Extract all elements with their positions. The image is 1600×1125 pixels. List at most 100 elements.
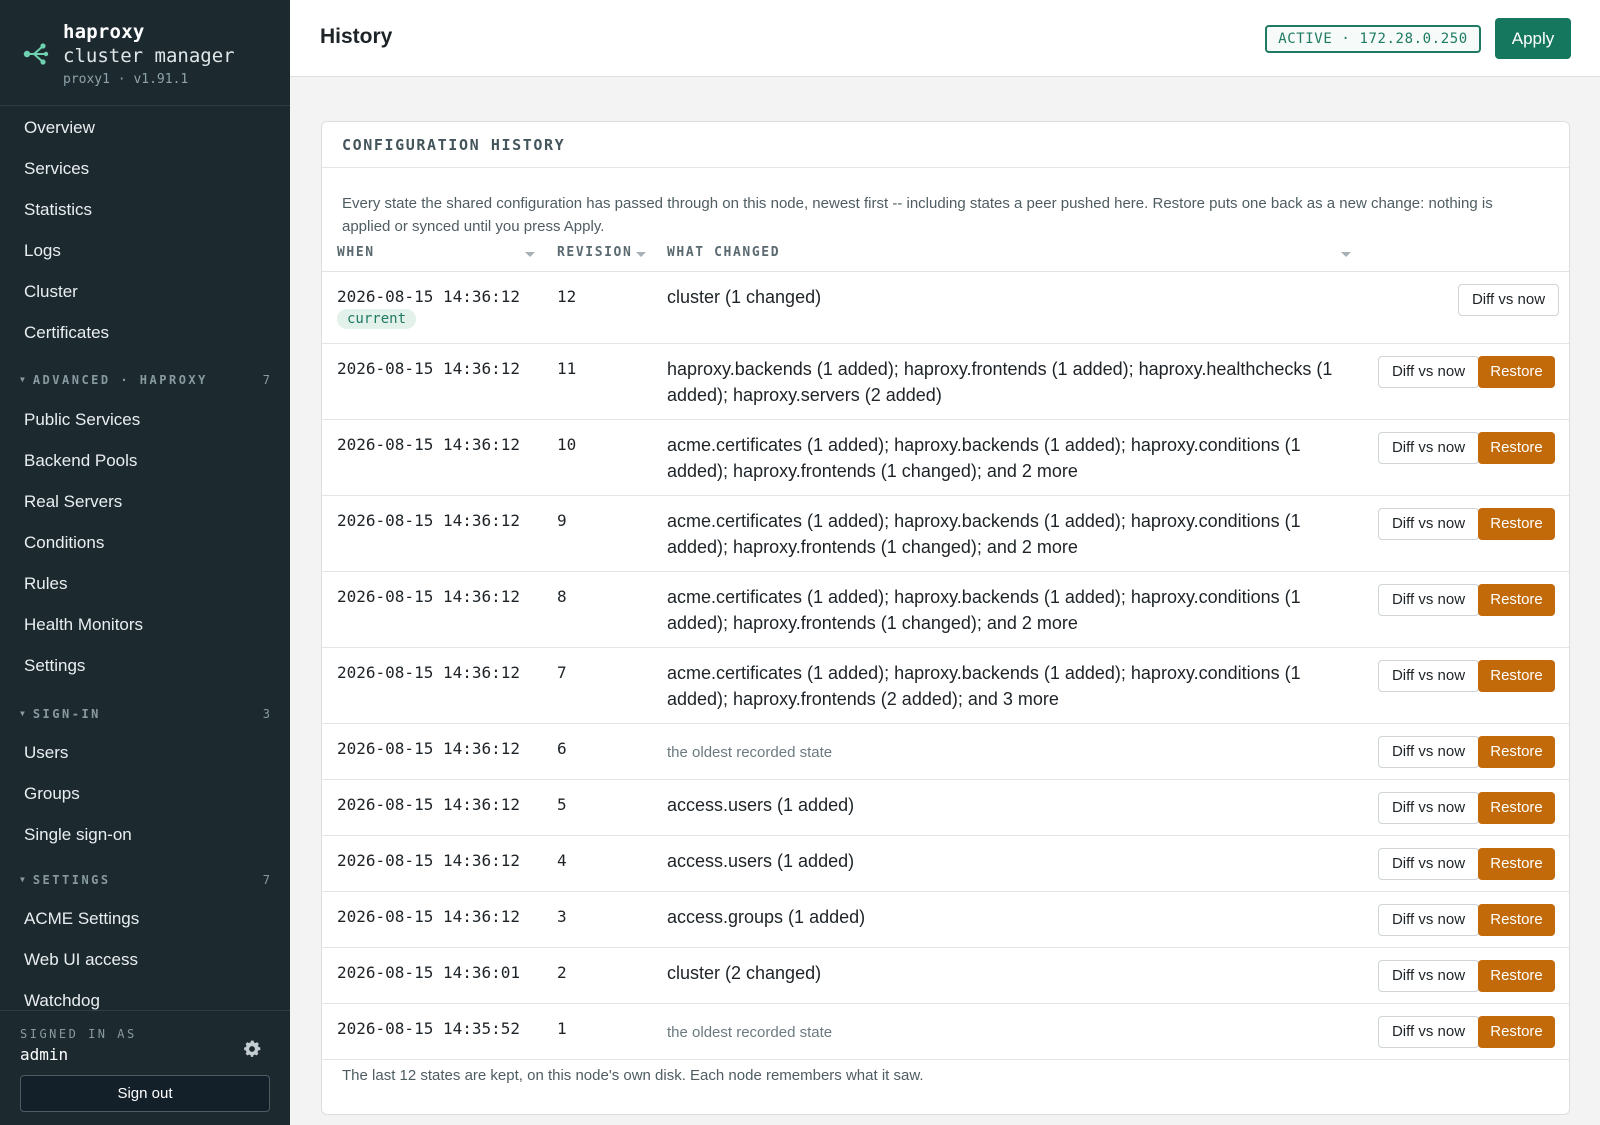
- diff-vs-now-button[interactable]: Diff vs now: [1378, 792, 1479, 824]
- restore-button[interactable]: Restore: [1478, 736, 1555, 768]
- restore-button[interactable]: Restore: [1478, 584, 1555, 616]
- sort-when-icon[interactable]: [525, 252, 535, 257]
- nav-item-settings[interactable]: Settings: [24, 654, 85, 678]
- nav-group-title: SIGN-IN: [32, 707, 101, 721]
- nav-item-single-sign-on[interactable]: Single sign-on: [24, 823, 132, 847]
- diff-vs-now-button[interactable]: Diff vs now: [1378, 660, 1479, 692]
- row-revision: 1: [557, 1019, 567, 1038]
- diff-vs-now-button[interactable]: Diff vs now: [1378, 1016, 1479, 1048]
- nav-item-real-servers[interactable]: Real Servers: [24, 490, 122, 514]
- sign-out-button[interactable]: Sign out: [20, 1075, 270, 1112]
- row-revision: 6: [557, 739, 567, 758]
- history-row: 2026-08-15 14:36:01 2 cluster (2 changed) D…: [322, 948, 1569, 1004]
- row-revision: 9: [557, 511, 567, 530]
- row-what-changed: cluster (1 changed): [667, 287, 822, 307]
- nav-item-groups[interactable]: Groups: [24, 782, 80, 806]
- restore-button[interactable]: Restore: [1478, 848, 1555, 880]
- brand-header: haproxy cluster manager proxy1 · v1.91.1: [0, 0, 290, 106]
- column-header-revision[interactable]: REVISION: [557, 245, 632, 261]
- row-what-changed: access.users (1 added): [667, 851, 855, 871]
- row-revision: 2: [557, 963, 567, 982]
- restore-button[interactable]: Restore: [1478, 960, 1555, 992]
- history-row: 2026-08-15 14:36:12 9 acme.certificates (1…: [322, 496, 1569, 572]
- diff-vs-now-button[interactable]: Diff vs now: [1458, 284, 1559, 316]
- history-row: 2026-08-15 14:36:12 6 the oldest recorded …: [322, 724, 1569, 780]
- restore-button[interactable]: Restore: [1478, 356, 1555, 388]
- diff-vs-now-button[interactable]: Diff vs now: [1378, 960, 1479, 992]
- panel-footer-note: The last 12 states are kept, on this nod…: [342, 1067, 924, 1084]
- gear-icon[interactable]: [242, 1039, 262, 1059]
- row-what-changed: acme.certificates (1 added); haproxy.bac…: [667, 511, 1301, 557]
- nav-group-advanced-haproxy[interactable]: ▼ ADVANCED · HAPROXY 7: [20, 373, 270, 391]
- row-revision: 4: [557, 851, 567, 870]
- history-row: 2026-08-15 14:36:12 5 access.users (1 adde…: [322, 780, 1569, 836]
- diff-vs-now-button[interactable]: Diff vs now: [1378, 508, 1479, 540]
- brand-version: proxy1 · v1.91.1: [63, 72, 189, 87]
- page-title: History: [320, 25, 393, 48]
- caret-down-icon: ▼: [20, 875, 25, 884]
- sort-revision-icon[interactable]: [636, 252, 646, 257]
- nav-item-conditions[interactable]: Conditions: [24, 531, 104, 555]
- restore-button[interactable]: Restore: [1478, 508, 1555, 540]
- nav-item-health-monitors[interactable]: Health Monitors: [24, 613, 143, 637]
- nav-item-services[interactable]: Services: [24, 157, 89, 181]
- user-box: SIGNED IN AS admin Sign out: [0, 1010, 290, 1125]
- diff-vs-now-button[interactable]: Diff vs now: [1378, 584, 1479, 616]
- nav-item-logs[interactable]: Logs: [24, 239, 61, 263]
- nav-item-rules[interactable]: Rules: [24, 572, 67, 596]
- nav-group-count: 7: [262, 873, 270, 887]
- diff-vs-now-button[interactable]: Diff vs now: [1378, 356, 1479, 388]
- sidebar: haproxy cluster manager proxy1 · v1.91.1…: [0, 0, 290, 1125]
- row-when: 2026-08-15 14:36:12: [337, 907, 521, 926]
- row-when: 2026-08-15 14:36:12: [337, 587, 521, 606]
- restore-button[interactable]: Restore: [1478, 1016, 1555, 1048]
- restore-button[interactable]: Restore: [1478, 660, 1555, 692]
- diff-vs-now-button[interactable]: Diff vs now: [1378, 736, 1479, 768]
- nav-item-acme-settings[interactable]: ACME Settings: [24, 907, 139, 931]
- restore-button[interactable]: Restore: [1478, 904, 1555, 936]
- signed-in-label: SIGNED IN AS: [20, 1027, 137, 1041]
- row-what-changed: the oldest recorded state: [667, 744, 833, 761]
- nav-item-certificates[interactable]: Certificates: [24, 321, 109, 345]
- column-header-when[interactable]: WHEN: [337, 245, 375, 261]
- diff-vs-now-button[interactable]: Diff vs now: [1378, 848, 1479, 880]
- diff-vs-now-button[interactable]: Diff vs now: [1378, 904, 1479, 936]
- history-row: 2026-08-15 14:36:12 3 access.groups (1 add…: [322, 892, 1569, 948]
- sort-what-icon[interactable]: [1341, 252, 1351, 257]
- brand-subtitle: cluster manager: [63, 45, 235, 67]
- apply-button[interactable]: Apply: [1495, 18, 1571, 59]
- nav-item-statistics[interactable]: Statistics: [24, 198, 92, 222]
- row-when: 2026-08-15 14:36:12: [337, 359, 521, 378]
- nav-group-settings[interactable]: ▼ SETTINGS 7: [20, 873, 270, 891]
- column-header-what-changed[interactable]: WHAT CHANGED: [667, 245, 780, 261]
- row-revision: 8: [557, 587, 567, 606]
- nav-item-cluster[interactable]: Cluster: [24, 280, 78, 304]
- restore-button[interactable]: Restore: [1478, 432, 1555, 464]
- row-what-changed: cluster (2 changed): [667, 963, 822, 983]
- nav-item-web-ui-access[interactable]: Web UI access: [24, 948, 138, 972]
- nav-item-users[interactable]: Users: [24, 741, 68, 765]
- row-when: 2026-08-15 14:36:01: [337, 963, 521, 982]
- nav-group-sign-in[interactable]: ▼ SIGN-IN 3: [20, 707, 270, 725]
- nav-group-count: 3: [262, 707, 270, 721]
- nav-item-overview[interactable]: Overview: [24, 116, 95, 140]
- row-what-changed: access.groups (1 added): [667, 907, 866, 927]
- row-what-changed: haproxy.backends (1 added); haproxy.fron…: [667, 359, 1333, 405]
- row-revision: 7: [557, 663, 567, 682]
- nav-group-count: 7: [262, 373, 270, 387]
- history-row: 2026-08-15 14:36:12 7 acme.certificates (1…: [322, 648, 1569, 724]
- history-row: 2026-08-15 14:36:12 4 access.users (1 adde…: [322, 836, 1569, 892]
- nav-item-public-services[interactable]: Public Services: [24, 408, 140, 432]
- share-nodes-icon: [23, 43, 49, 65]
- caret-down-icon: ▼: [20, 375, 25, 384]
- nav-item-backend-pools[interactable]: Backend Pools: [24, 449, 137, 473]
- row-what-changed: acme.certificates (1 added); haproxy.bac…: [667, 435, 1301, 481]
- row-what-changed: access.users (1 added): [667, 795, 855, 815]
- brand-name: haproxy: [63, 21, 145, 43]
- topbar: History ACTIVE · 172.28.0.250 Apply: [290, 0, 1600, 77]
- current-badge: current: [337, 309, 417, 329]
- row-what-changed: acme.certificates (1 added); haproxy.bac…: [667, 587, 1301, 633]
- panel-description: Every state the shared configuration has…: [342, 195, 1493, 235]
- diff-vs-now-button[interactable]: Diff vs now: [1378, 432, 1479, 464]
- restore-button[interactable]: Restore: [1478, 792, 1555, 824]
